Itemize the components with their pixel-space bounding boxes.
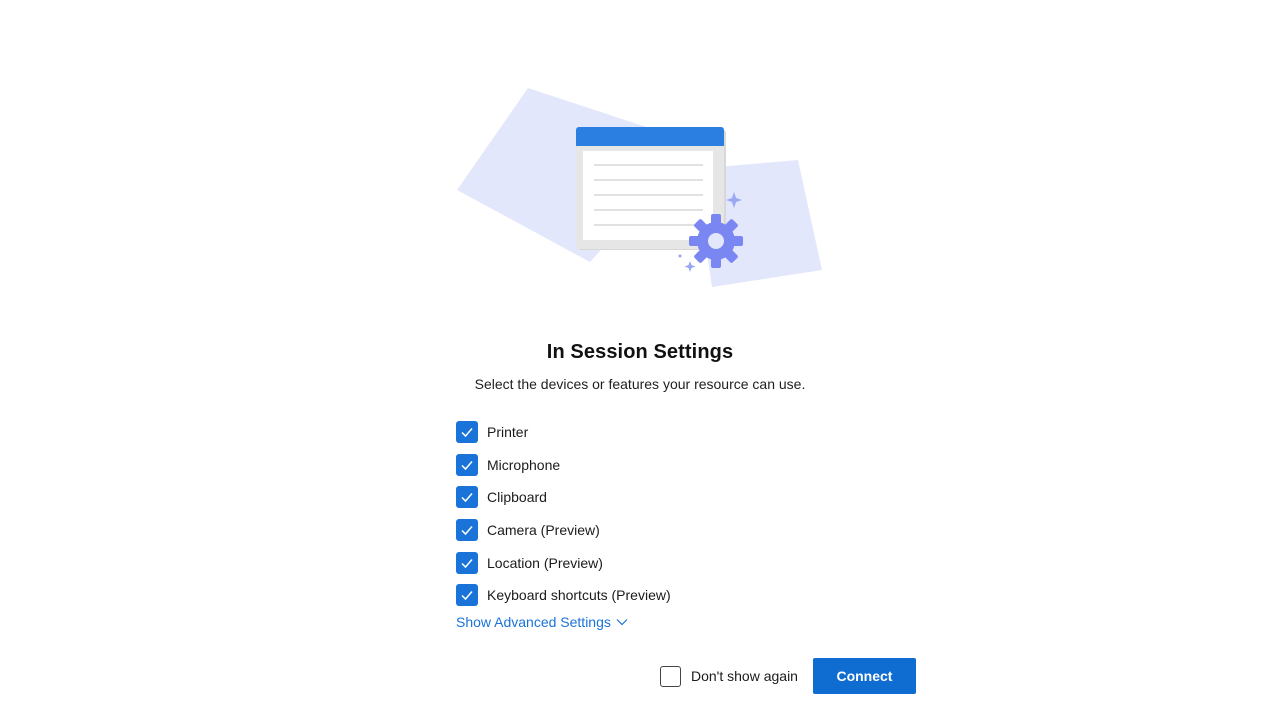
checkmark-icon — [461, 493, 473, 503]
clipboard-option[interactable]: Clipboard — [456, 481, 856, 514]
location-option[interactable]: Location (Preview) — [456, 546, 856, 579]
printer-option[interactable]: Printer — [456, 416, 856, 449]
dont-show-again-label[interactable]: Don't show again — [691, 668, 798, 684]
clipboard-checkbox[interactable] — [456, 486, 478, 509]
camera-checkbox[interactable] — [456, 519, 478, 542]
location-label: Location (Preview) — [487, 554, 603, 571]
show-advanced-settings-link[interactable]: Show Advanced Settings — [456, 614, 628, 630]
printer-label: Printer — [487, 424, 529, 441]
keyboard-shortcuts-label: Keyboard shortcuts (Preview) — [487, 587, 671, 604]
checkmark-icon — [461, 428, 473, 438]
device-options-list: Printer Microphone Clipboard Camera (Pre… — [456, 416, 856, 612]
printer-checkbox[interactable] — [456, 421, 478, 444]
checkmark-icon — [461, 526, 473, 536]
connect-button[interactable]: Connect — [812, 658, 916, 694]
checkmark-icon — [461, 591, 473, 601]
location-checkbox[interactable] — [456, 551, 478, 574]
checkmark-icon — [461, 558, 473, 568]
microphone-label: Microphone — [487, 456, 561, 473]
chevron-down-icon — [616, 618, 628, 626]
keyboard-shortcuts-option[interactable]: Keyboard shortcuts (Preview) — [456, 579, 856, 612]
camera-option[interactable]: Camera (Preview) — [456, 514, 856, 547]
settings-window-illustration — [450, 82, 830, 297]
show-advanced-settings-label: Show Advanced Settings — [456, 614, 611, 630]
dialog-subtitle: Select the devices or features your reso… — [474, 376, 806, 392]
dialog-title: In Session Settings — [546, 341, 734, 363]
microphone-checkbox[interactable] — [456, 453, 478, 476]
keyboard-shortcuts-checkbox[interactable] — [456, 584, 478, 607]
in-session-settings-page: In Session Settings Select the devices o… — [0, 0, 1280, 720]
dialog-footer: Don't show again Connect — [660, 658, 916, 694]
clipboard-label: Clipboard — [487, 489, 547, 506]
checkmark-icon — [461, 460, 473, 470]
microphone-option[interactable]: Microphone — [456, 449, 856, 482]
camera-label: Camera (Preview) — [487, 522, 600, 539]
dont-show-again-checkbox[interactable] — [660, 665, 681, 687]
